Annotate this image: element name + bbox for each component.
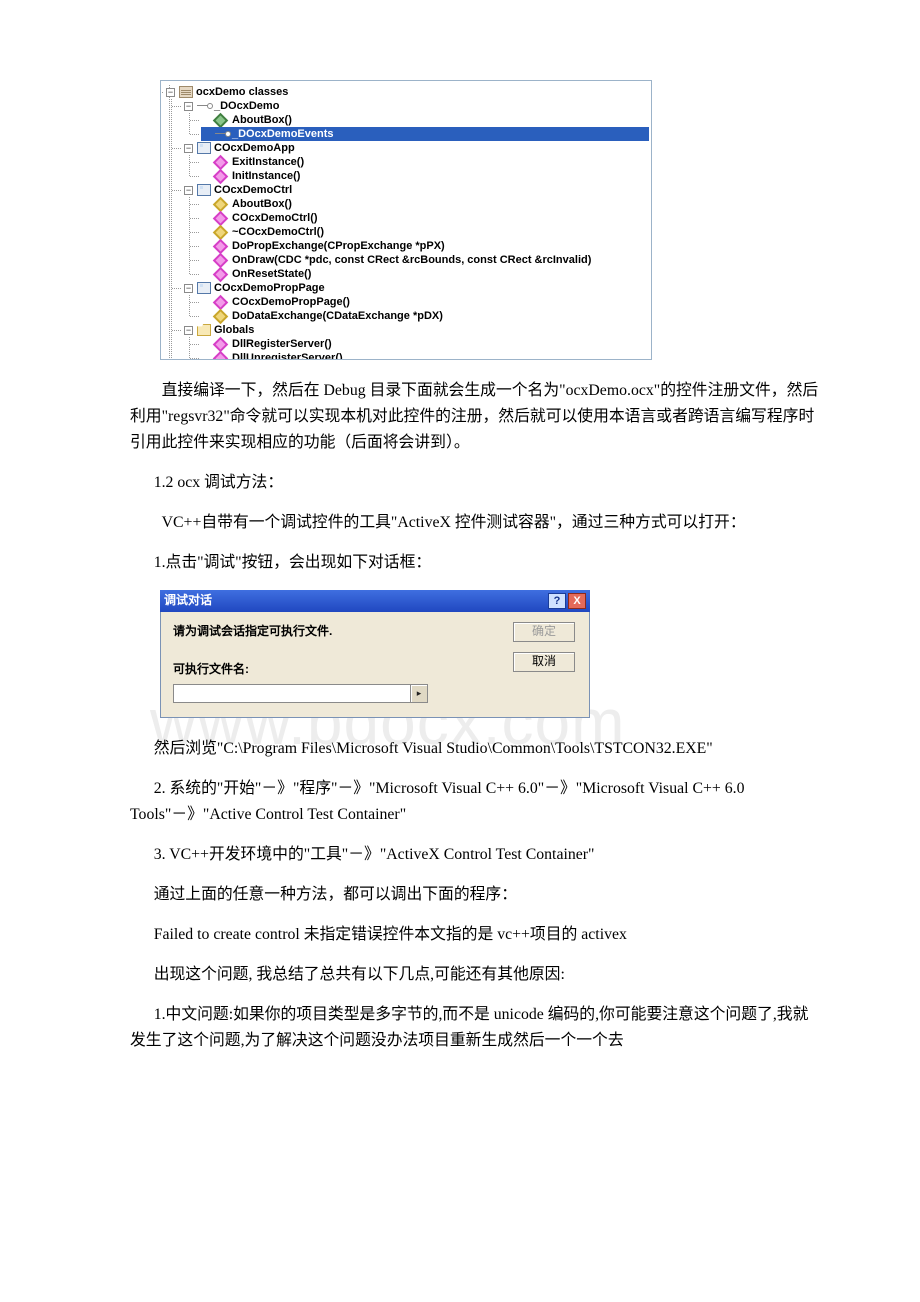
expand-icon[interactable]: −: [184, 144, 193, 153]
method-icon: [213, 238, 229, 254]
help-button[interactable]: ?: [548, 593, 566, 609]
paragraph-compile: 直接编译一下，然后在 Debug 目录下面就会生成一个名为"ocxDemo.oc…: [130, 378, 820, 456]
node-label[interactable]: COcxDemoPropPage: [213, 281, 326, 295]
expand-icon[interactable]: −: [166, 88, 175, 97]
node-label[interactable]: COcxDemoCtrl: [213, 183, 293, 197]
expand-icon[interactable]: −: [184, 326, 193, 335]
expand-icon[interactable]: −: [184, 102, 193, 111]
paragraph-step2: 2. 系统的"开始"－》"程序"－》"Microsoft Visual C++ …: [130, 776, 820, 828]
method-icon: [213, 252, 229, 268]
page-content: −ocxDemo classes −_DOcxDemo AboutBox() _…: [130, 80, 820, 1055]
browse-dropdown-button[interactable]: ▸: [411, 684, 428, 703]
method-label[interactable]: AboutBox(): [231, 113, 293, 127]
method-icon: [213, 266, 229, 282]
paragraph-browse-path: 然后浏览"C:\Program Files\Microsoft Visual S…: [130, 736, 820, 762]
method-icon: [213, 350, 229, 360]
method-icon: [213, 168, 229, 184]
method-icon: [213, 154, 229, 170]
package-icon: [179, 86, 193, 98]
node-label[interactable]: Globals: [213, 323, 255, 337]
method-icon: [213, 224, 229, 240]
class-icon: [197, 142, 211, 154]
class-tree: −ocxDemo classes −_DOcxDemo AboutBox() _…: [163, 85, 649, 360]
close-button[interactable]: X: [568, 593, 586, 609]
paragraph-any-method: 通过上面的任意一种方法，都可以调出下面的程序：: [130, 882, 820, 908]
paragraph-failed-create: Failed to create control 未指定错误控件本文指的是 vc…: [130, 922, 820, 948]
class-icon: [197, 282, 211, 294]
paragraph-reason1: 1.中文问题:如果你的项目类型是多字节的,而不是 unicode 编码的,你可能…: [130, 1002, 820, 1054]
class-icon: [197, 184, 211, 196]
paragraph-step3: 3. VC++开发环境中的"工具"－》"ActiveX Control Test…: [130, 842, 820, 868]
folder-icon: [197, 324, 211, 336]
dialog-title-text: 调试对话: [164, 591, 212, 611]
dialog-body: 请为调试会话指定可执行文件. 确定 取消 可执行文件名: ▸: [160, 612, 590, 718]
method-icon: [213, 210, 229, 226]
paragraph-summary: 出现这个问题, 我总结了总共有以下几点,可能还有其他原因:: [130, 962, 820, 988]
node-label[interactable]: COcxDemoApp: [213, 141, 296, 155]
exe-path-input[interactable]: [173, 684, 411, 703]
method-icon: [213, 336, 229, 352]
selected-node[interactable]: _DOcxDemoEvents: [201, 127, 649, 141]
paragraph-step1: 1.点击"调试"按钮，会出现如下对话框：: [130, 550, 820, 576]
ok-button[interactable]: 确定: [513, 622, 575, 642]
root-label: ocxDemo classes: [195, 85, 289, 99]
cancel-button[interactable]: 取消: [513, 652, 575, 672]
method-icon: [213, 308, 229, 324]
dialog-titlebar[interactable]: 调试对话 ? X: [160, 590, 590, 612]
method-icon: [213, 294, 229, 310]
node-label[interactable]: _DOcxDemo: [213, 99, 280, 113]
tree-root[interactable]: −ocxDemo classes −_DOcxDemo AboutBox() _…: [165, 85, 649, 360]
interface-icon: [197, 100, 211, 112]
class-tree-panel: −ocxDemo classes −_DOcxDemo AboutBox() _…: [160, 80, 652, 360]
method-icon: [213, 112, 229, 128]
paragraph-tool-intro: VC++自带有一个调试控件的工具"ActiveX 控件测试容器"，通过三种方式可…: [130, 510, 820, 536]
expand-icon[interactable]: −: [184, 186, 193, 195]
interface-icon: [215, 128, 229, 140]
expand-icon[interactable]: −: [184, 284, 193, 293]
heading-debug-method: 1.2 ocx 调试方法：: [130, 470, 820, 496]
method-icon: [213, 196, 229, 212]
debug-dialog: 调试对话 ? X 请为调试会话指定可执行文件. 确定 取消 可执行文件名: ▸: [160, 590, 590, 718]
